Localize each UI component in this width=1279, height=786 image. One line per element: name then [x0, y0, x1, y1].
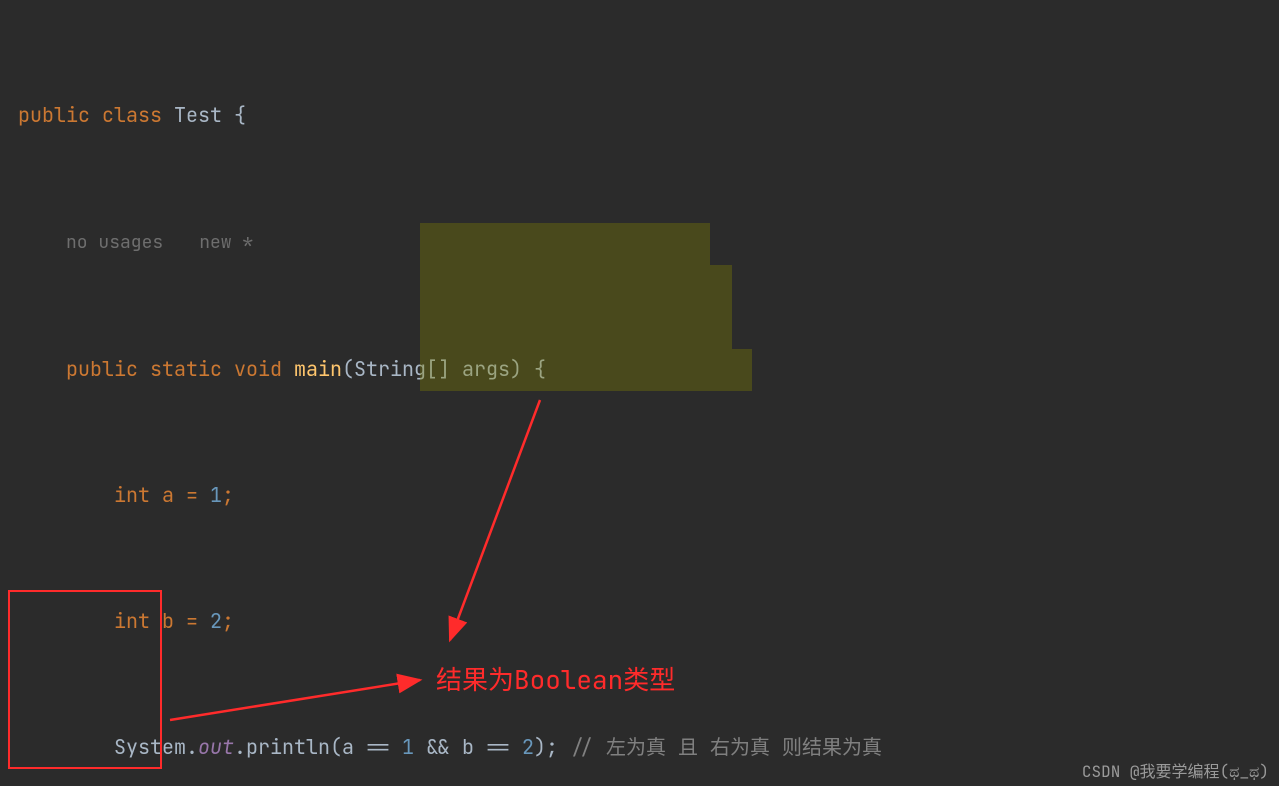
hint-author: new *	[199, 231, 253, 254]
code-line: int b = 2;	[0, 600, 1279, 642]
selection-highlight	[420, 265, 732, 307]
code-editor[interactable]: public class Test { no usages new * publ…	[0, 0, 1279, 786]
code-hints-line: no usages new *	[0, 220, 1279, 264]
semicolon: ;	[222, 608, 234, 634]
text: {	[222, 102, 246, 128]
text: System.	[114, 734, 198, 760]
method-name: main	[294, 356, 342, 382]
expr: && b ==	[414, 734, 522, 760]
code-line: public static void main(String[] args) {	[0, 348, 1279, 390]
keyword: public static void	[66, 356, 294, 382]
keyword: int b =	[114, 608, 210, 634]
number: 2	[522, 734, 534, 760]
hint-no-usages: no usages	[66, 231, 163, 254]
selection-highlight	[420, 307, 732, 349]
text: (String[] args) {	[342, 356, 546, 382]
watermark: CSDN @我要学编程(ಥ_ಥ)	[1082, 758, 1269, 782]
code-line: int a = 1;	[0, 474, 1279, 516]
number: 2	[210, 608, 222, 634]
class-name: Test	[174, 102, 222, 128]
expr: a ==	[342, 734, 402, 760]
keyword: public class	[18, 102, 174, 128]
comment: // 左为真 且 右为真 则结果为真	[570, 734, 882, 760]
semicolon: ;	[222, 482, 234, 508]
text: .println(	[234, 734, 342, 760]
number: 1	[402, 734, 414, 760]
keyword: int a =	[114, 482, 210, 508]
text: );	[534, 734, 558, 760]
field: out	[198, 734, 234, 760]
code-line: public class Test {	[0, 94, 1279, 136]
number: 1	[210, 482, 222, 508]
